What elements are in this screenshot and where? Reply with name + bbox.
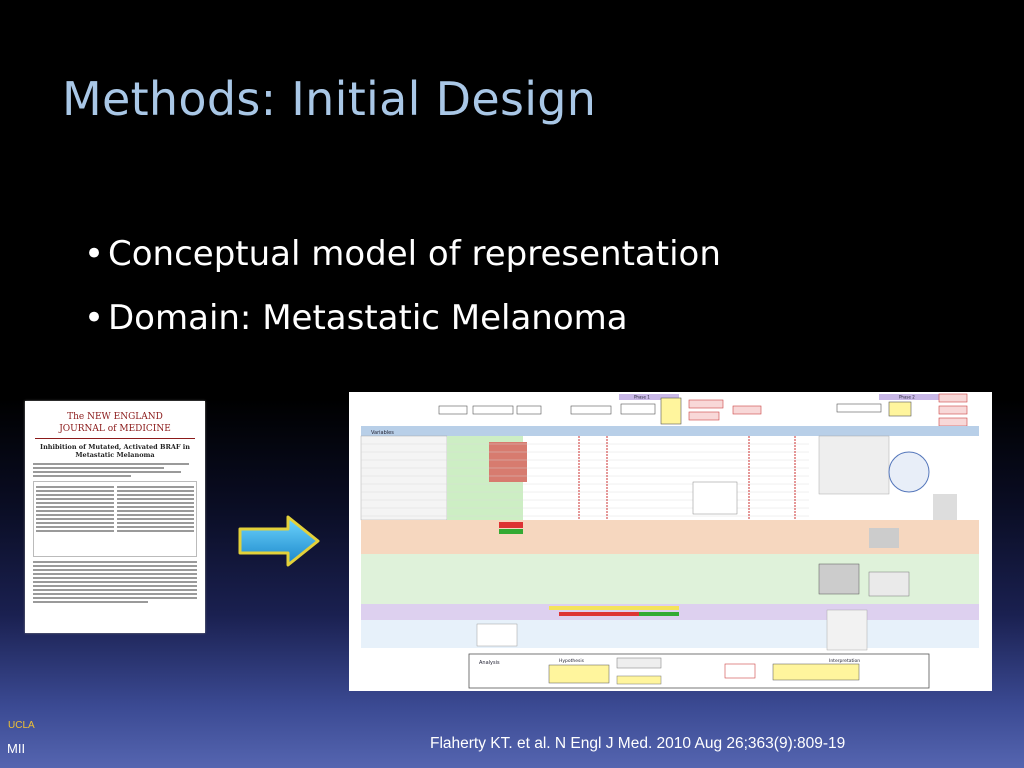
bullet-text: Conceptual model of representation [108,234,721,274]
right-arrow-icon [238,515,320,567]
slide-title: Methods: Initial Design [62,72,597,126]
conceptual-model-diagram: Variables Phase 1 Phase 2 Analysis Hypot… [349,392,992,691]
bullet-list: • Conceptual model of representation • Dom… [84,222,721,350]
article-title: Inhibition of Mutated, Activated BRAF in… [40,443,190,459]
diagram-drawing: Variables Phase 1 Phase 2 Analysis Hypot… [360,393,979,689]
masthead-line1: The NEW ENGLAND [67,412,163,422]
bullet-dot: • [84,234,105,274]
hypothesis-label: Hypothesis [559,658,585,664]
citation-text: Flaherty KT. et al. N Engl J Med. 2010 A… [430,735,846,752]
bullet-item: • Conceptual model of representation [84,222,721,286]
logo-ucla-text: UCLA [8,720,35,731]
abstract-box [33,481,197,557]
variables-label: Variables [371,430,394,436]
masthead-line2: JOURNAL of MEDICINE [59,424,171,434]
bullet-text: Domain: Metastatic Melanoma [108,298,628,338]
phase1-label: Phase 1 [634,395,650,400]
article-body-lines [33,561,197,603]
logo-mii-text: MII [7,741,26,756]
analysis-label: Analysis [479,660,500,666]
journal-masthead: The NEW ENGLAND JOURNAL of MEDICINE [35,411,195,439]
journal-article-thumbnail: The NEW ENGLAND JOURNAL of MEDICINE Inhi… [25,401,205,633]
bullet-dot: • [84,298,105,338]
bullet-item: • Domain: Metastatic Melanoma [84,286,721,350]
phase2-label: Phase 2 [899,395,915,400]
interpretation-label: Interpretation [829,658,860,664]
article-text-lines [33,463,197,477]
